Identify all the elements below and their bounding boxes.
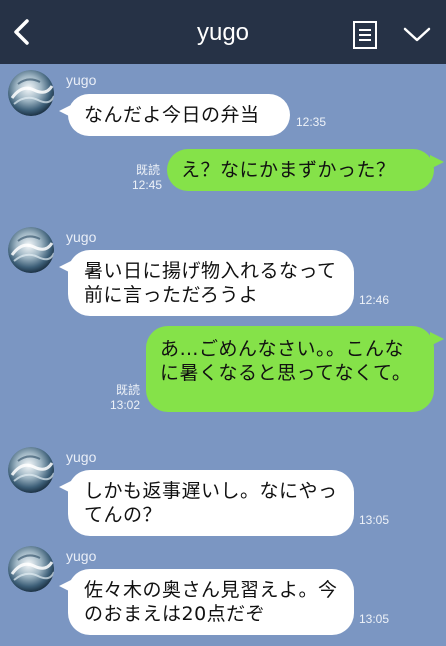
avatar[interactable] [8, 546, 54, 592]
dropdown-button[interactable] [402, 24, 432, 44]
message-time: 13:02 [110, 398, 141, 412]
list-icon [353, 21, 377, 49]
message-time: 12:46 [359, 293, 390, 307]
wave-avatar-icon [8, 546, 54, 592]
avatar[interactable] [8, 227, 54, 273]
message-time: 13:05 [359, 612, 390, 626]
message-bubble[interactable]: しかも返事遅いし。なにやってんの？ [59, 470, 354, 536]
wave-avatar-icon [8, 447, 54, 493]
avatar[interactable] [8, 447, 54, 493]
message-time: 12:35 [296, 115, 327, 129]
message-bubble[interactable]: 暑い日に揚げ物入れるなって前に言っただろうよ [59, 250, 354, 316]
message-time: 13:05 [359, 513, 390, 527]
read-receipt: 既読 [135, 163, 160, 177]
message-bubble[interactable]: あ…ごめんなさい。。こんなに暑くなると思ってなくて。 [146, 326, 444, 412]
wave-avatar-icon [8, 70, 54, 116]
message-bubble[interactable]: 佐々木の奥さん見習えよ。今のおまえは20点だぞ [59, 569, 354, 635]
sender-name: yugo [66, 548, 97, 564]
avatar[interactable] [8, 70, 54, 116]
menu-button[interactable] [352, 20, 378, 50]
message-bubble[interactable]: なんだよ今日の弁当 [59, 94, 290, 136]
message-bubble[interactable]: え？なにかまずかった？ [167, 149, 444, 191]
chevron-down-icon [403, 27, 431, 42]
sender-name: yugo [66, 72, 97, 88]
chat-header: yugo [0, 0, 446, 64]
read-receipt: 既読 [115, 383, 140, 397]
chat-title: yugo [196, 19, 250, 46]
sender-name: yugo [66, 449, 97, 465]
message-time: 12:45 [132, 178, 163, 192]
wave-avatar-icon [8, 227, 54, 273]
sender-name: yugo [66, 229, 97, 245]
